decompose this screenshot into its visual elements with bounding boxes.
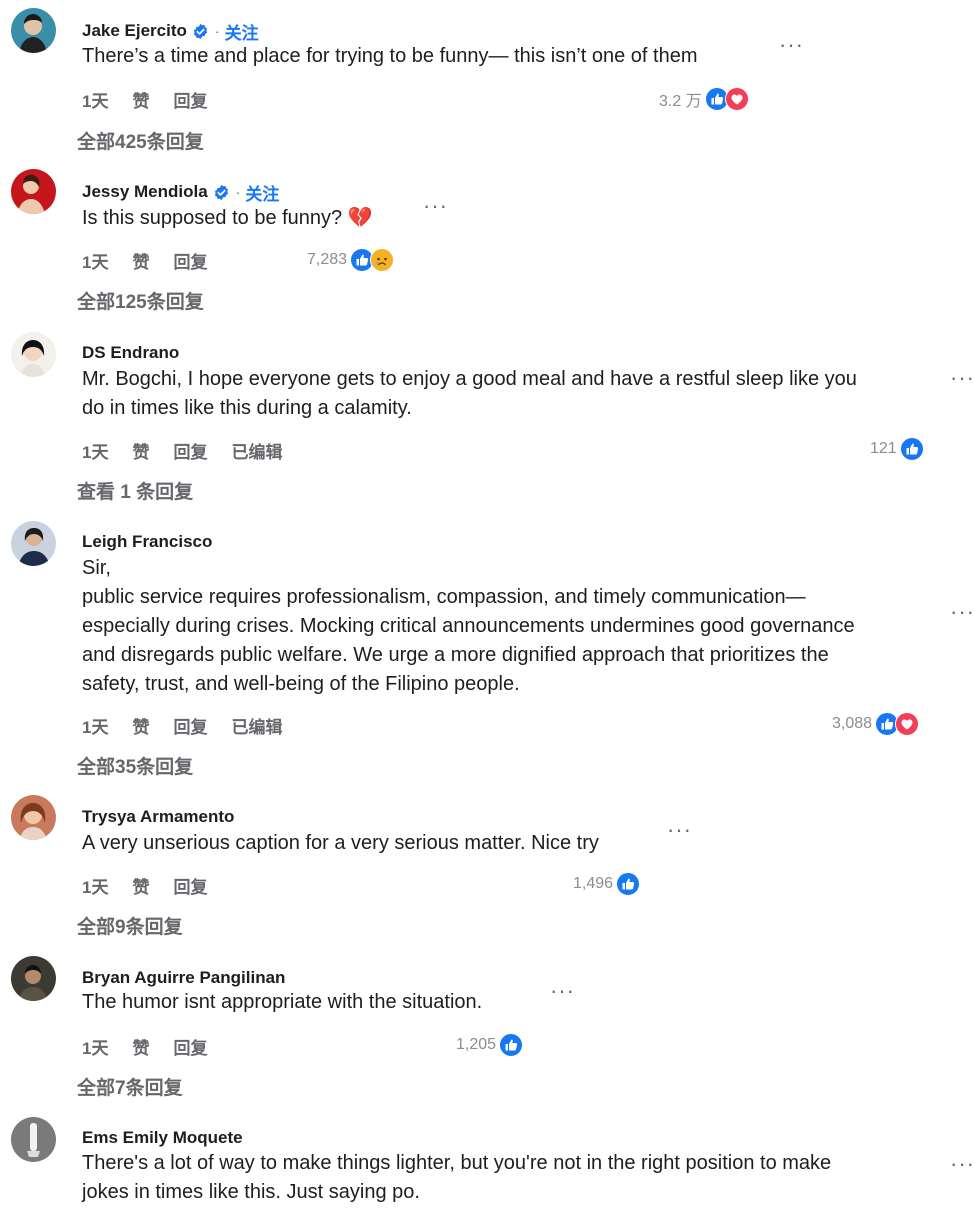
comment-text: Sir, public service requires professiona… [82,554,855,699]
like-button[interactable]: 赞 [132,1034,149,1059]
verified-badge-icon [213,184,230,201]
love-icon [895,712,920,736]
like-icon [899,437,924,461]
comment-time[interactable]: 1天 [82,1034,108,1059]
view-replies-link[interactable]: 全部125条回复 [77,287,204,314]
avatar[interactable] [11,956,56,1001]
view-replies-link[interactable]: 全部425条回复 [77,127,204,154]
commenter-name[interactable]: DS Endrano [82,343,179,363]
follow-button[interactable]: 关注 [245,180,279,205]
comment-text: The humor isnt appropriate with the situ… [82,988,482,1017]
comment-time[interactable]: 1天 [82,873,108,898]
comment-text-line: There’s a time and place for trying to b… [82,45,698,67]
commenter-name[interactable]: Jessy Mendiola [82,182,208,202]
comment-item: Trysya Armamento A very unserious captio… [0,785,975,945]
commenter-name[interactable]: Bryan Aguirre Pangilinan [82,968,285,988]
comment-text-line: do in times like this during a calamity. [82,397,412,419]
reply-button[interactable]: 回复 [173,873,207,898]
more-options-icon[interactable]: ··· [950,601,975,623]
name-separator: · [235,184,241,200]
more-options-icon[interactable]: ··· [950,367,975,389]
comment-text: A very unserious caption for a very seri… [82,829,599,858]
comment-text-line: Mr. Bogchi, I hope everyone gets to enjo… [82,368,857,390]
reaction-count: 3,088 [832,715,873,732]
reaction-summary[interactable]: 1,496 [573,871,641,897]
avatar[interactable] [11,795,56,840]
reply-button[interactable]: 回复 [173,713,207,738]
more-options-icon[interactable]: ··· [423,195,448,217]
comment-text-line: safety, trust, and well-being of the Fil… [82,673,520,695]
more-options-icon[interactable]: ··· [950,1153,975,1175]
reaction-summary[interactable]: 7,283 [307,247,395,273]
reply-button[interactable]: 回复 [173,1034,207,1059]
reaction-summary[interactable]: 1,205 [456,1032,524,1058]
avatar[interactable] [11,8,56,53]
sad-icon [370,248,395,272]
commenter-name[interactable]: Ems Emily Moquete [82,1128,243,1148]
reaction-count: 3.2 万 [659,93,702,110]
comment-text-line: public service requires professionalism,… [82,586,806,608]
comment-text: Mr. Bogchi, I hope everyone gets to enjo… [82,365,857,423]
comment-text-line: Sir, [82,557,111,579]
avatar[interactable] [11,169,56,214]
commenter-name[interactable]: Jake Ejercito [82,21,187,41]
comment-item: Ems Emily Moquete There's a lot of way t… [0,1107,975,1222]
like-button[interactable]: 赞 [132,87,149,112]
view-replies-link[interactable]: 全部35条回复 [77,752,193,779]
comment-time[interactable]: 1天 [82,438,108,463]
comment-time[interactable]: 1天 [82,713,108,738]
like-button[interactable]: 赞 [132,713,149,738]
edited-label: 已编辑 [231,442,283,462]
commenter-name[interactable]: Trysya Armamento [82,807,234,827]
like-icon [499,1033,524,1057]
comment-item: Bryan Aguirre Pangilinan The humor isnt … [0,945,975,1107]
like-button[interactable]: 赞 [132,248,149,273]
reply-button[interactable]: 回复 [173,248,207,273]
more-options-icon[interactable]: ··· [779,34,804,56]
like-icon [616,872,641,896]
avatar[interactable] [11,521,56,566]
view-replies-link[interactable]: 查看 1 条回复 [77,477,193,504]
view-replies-link[interactable]: 全部9条回复 [77,912,183,939]
more-options-icon[interactable]: ··· [667,819,692,841]
follow-button[interactable]: 关注 [225,19,259,44]
comment-text: Is this supposed to be funny? 💔 [82,204,373,233]
reaction-count: 1,496 [573,875,614,892]
reaction-summary[interactable]: 121 [870,436,924,462]
comment-text-line: There's a lot of way to make things ligh… [82,1152,832,1174]
reply-button[interactable]: 回复 [173,438,207,463]
edited-label: 已编辑 [231,717,283,737]
comment-text-line: The humor isnt appropriate with the situ… [82,991,483,1013]
reaction-count: 1,205 [456,1036,497,1053]
view-replies-link[interactable]: 全部7条回复 [77,1073,183,1100]
comment-item: Leigh Francisco Sir, public service requ… [0,512,975,785]
comment-time[interactable]: 1天 [82,87,108,112]
avatar[interactable] [11,332,56,377]
reply-button[interactable]: 回复 [173,87,207,112]
comment-text-line: Is this supposed to be funny? 💔 [82,207,373,229]
comment-text-line: jokes in times like this. Just saying po… [82,1181,420,1203]
reaction-summary[interactable]: 3,088 [832,711,920,737]
comment-text-line: and disregards public welfare. We urge a… [82,644,829,666]
like-button[interactable]: 赞 [132,873,149,898]
reaction-count: 7,283 [307,251,348,268]
reaction-count: 121 [870,440,897,457]
comment-item: Jake Ejercito · 关注 There’s a time and pl… [0,0,975,160]
commenter-name[interactable]: Leigh Francisco [82,532,212,552]
verified-badge-icon [192,23,209,40]
reaction-summary[interactable]: 3.2 万 [659,86,749,112]
comment-text: There's a lot of way to make things ligh… [82,1149,831,1207]
comment-item: DS Endrano Mr. Bogchi, I hope everyone g… [0,322,975,512]
name-separator: · [214,23,220,39]
comment-time[interactable]: 1天 [82,248,108,273]
like-button[interactable]: 赞 [132,438,149,463]
comment-text-line: especially during crises. Mocking critic… [82,615,855,637]
comment-item: Jessy Mendiola · 关注 Is this supposed to … [0,160,975,322]
avatar[interactable] [11,1117,56,1162]
more-options-icon[interactable]: ··· [550,980,575,1002]
love-icon [724,87,749,111]
comment-text-line: A very unserious caption for a very seri… [82,832,599,854]
comment-text: There’s a time and place for trying to b… [82,42,698,71]
